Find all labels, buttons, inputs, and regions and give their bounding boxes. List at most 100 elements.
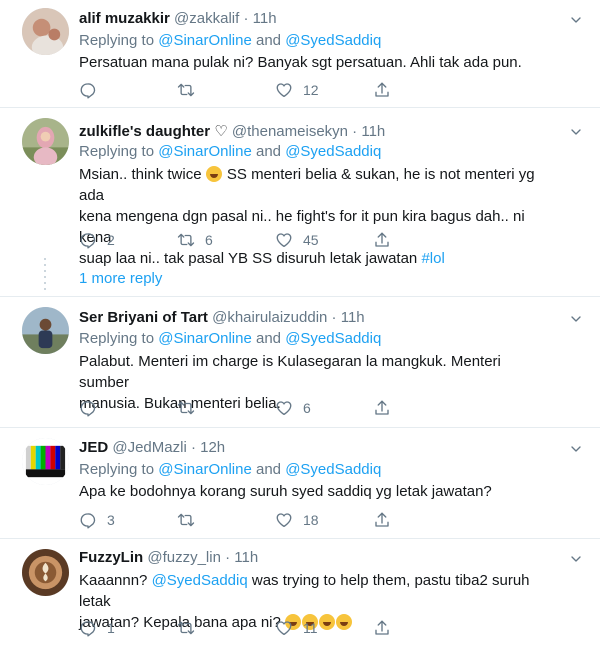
retweet-button[interactable] xyxy=(177,80,205,100)
reply-button[interactable]: 1 xyxy=(79,618,115,638)
avatar[interactable] xyxy=(22,438,69,485)
text-segment: Msian.. think twice xyxy=(79,166,206,183)
tweet-header: zulkifle's daughter ♡ @thenameisekyn · 1… xyxy=(79,122,385,140)
user-handle[interactable]: @zakkalif xyxy=(174,10,239,27)
replying-to: Replying to @SinarOnline and @SyedSaddiq xyxy=(79,330,381,347)
like-count: 45 xyxy=(303,232,319,248)
reply-button[interactable] xyxy=(79,398,107,418)
share-icon xyxy=(373,399,391,417)
like-button[interactable]: 11 xyxy=(275,618,318,638)
user-handle[interactable]: @JedMazli xyxy=(112,439,186,456)
heart-icon xyxy=(275,81,293,99)
mention-link[interactable]: @SyedSaddiq xyxy=(285,143,381,160)
like-button[interactable]: 45 xyxy=(275,230,319,250)
user-handle[interactable]: @fuzzy_lin xyxy=(147,549,221,566)
reply-button[interactable] xyxy=(79,80,107,100)
tweet-text: Apa ke bodohnya korang suruh syed saddiq… xyxy=(79,483,492,500)
timestamp[interactable]: 12h xyxy=(200,439,225,456)
text-line: Palabut. Menteri im charge is Kulasegara… xyxy=(79,353,501,391)
action-bar: 3 18 xyxy=(79,510,409,530)
like-count: 6 xyxy=(303,400,311,416)
share-icon xyxy=(373,231,391,249)
avatar[interactable] xyxy=(22,118,69,165)
display-name[interactable]: zulkifle's daughter ♡ xyxy=(79,123,228,140)
mention-link[interactable]: @SinarOnline xyxy=(158,32,252,49)
share-icon xyxy=(373,511,391,529)
replying-to-label: Replying to xyxy=(79,143,159,160)
reply-icon xyxy=(79,81,97,99)
action-bar: 6 xyxy=(79,398,409,418)
mention-link[interactable]: @SyedSaddiq xyxy=(285,461,381,478)
thread-line xyxy=(44,258,46,294)
reply-icon xyxy=(79,231,97,249)
timestamp[interactable]: 11h xyxy=(234,549,258,566)
like-button[interactable]: 12 xyxy=(275,80,319,100)
chevron-down-icon[interactable] xyxy=(568,124,584,140)
mention-link[interactable]: @SyedSaddiq xyxy=(285,330,381,347)
retweet-icon xyxy=(177,399,195,417)
display-name[interactable]: FuzzyLin xyxy=(79,549,143,566)
hashtag-link[interactable]: #lol xyxy=(421,250,444,267)
reply-count: 1 xyxy=(107,620,115,636)
mention-link[interactable]: @SinarOnline xyxy=(158,461,252,478)
replying-to: Replying to @SinarOnline and @SyedSaddiq xyxy=(79,143,381,160)
heart-icon xyxy=(275,231,293,249)
text-segment: Kaaannn? xyxy=(79,572,152,589)
reply-icon xyxy=(79,619,97,637)
tweet[interactable]: zulkifle's daughter ♡ @thenameisekyn · 1… xyxy=(0,108,600,295)
user-handle[interactable]: @khairulaizuddin xyxy=(212,309,327,326)
retweet-button[interactable] xyxy=(177,398,205,418)
like-count: 12 xyxy=(303,82,319,98)
user-handle[interactable]: @thenameisekyn xyxy=(232,123,348,140)
like-button[interactable]: 18 xyxy=(275,510,319,530)
reply-button[interactable]: 2 xyxy=(79,230,115,250)
timestamp[interactable]: 11h xyxy=(341,309,365,326)
tweet[interactable]: alif muzakkir @zakkalif · 11h Replying t… xyxy=(0,0,600,106)
tweet[interactable]: FuzzyLin @fuzzy_lin · 11h Kaaannn? @Syed… xyxy=(0,539,600,648)
share-button[interactable] xyxy=(373,230,391,250)
retweet-button[interactable] xyxy=(177,618,205,638)
mention-link[interactable]: @SinarOnline xyxy=(158,143,252,160)
separator: · xyxy=(327,309,341,326)
retweet-button[interactable]: 6 xyxy=(177,230,213,250)
avatar[interactable] xyxy=(22,549,69,596)
retweet-icon xyxy=(177,81,195,99)
timestamp[interactable]: 11h xyxy=(253,10,277,27)
replying-to-label: Replying to xyxy=(79,330,159,347)
action-bar: 2 6 45 xyxy=(79,230,409,250)
share-button[interactable] xyxy=(373,80,391,100)
action-bar: 1 11 xyxy=(79,618,409,638)
display-name[interactable]: alif muzakkir xyxy=(79,10,170,27)
chevron-down-icon[interactable] xyxy=(568,311,584,327)
reply-count: 3 xyxy=(107,512,115,528)
share-icon xyxy=(373,81,391,99)
display-name[interactable]: Ser Briyani of Tart xyxy=(79,309,208,326)
like-button[interactable]: 6 xyxy=(275,398,311,418)
action-bar: 12 xyxy=(79,80,409,100)
timestamp[interactable]: 11h xyxy=(361,123,385,140)
mention-link[interactable]: @SyedSaddiq xyxy=(285,32,381,49)
share-button[interactable] xyxy=(373,398,391,418)
heart-icon xyxy=(275,511,293,529)
tweet[interactable]: JED @JedMazli · 12h Replying to @SinarOn… xyxy=(0,428,600,540)
display-name[interactable]: JED xyxy=(79,439,108,456)
avatar[interactable] xyxy=(22,8,69,55)
tweet-header: JED @JedMazli · 12h xyxy=(79,439,225,456)
chevron-down-icon[interactable] xyxy=(568,551,584,567)
chevron-down-icon[interactable] xyxy=(568,12,584,28)
retweet-button[interactable] xyxy=(177,510,205,530)
share-button[interactable] xyxy=(373,510,391,530)
mention-link[interactable]: @SinarOnline xyxy=(158,330,252,347)
mention-link[interactable]: @SyedSaddiq xyxy=(152,572,248,589)
facepalm-emoji-icon xyxy=(205,166,222,182)
avatar[interactable] xyxy=(22,307,69,354)
chevron-down-icon[interactable] xyxy=(568,441,584,457)
share-button[interactable] xyxy=(373,618,391,638)
and-text: and xyxy=(251,143,286,160)
text-segment: suap laa ni.. tak pasal YB SS disuruh le… xyxy=(79,250,422,267)
reply-button[interactable]: 3 xyxy=(79,510,115,530)
retweet-icon xyxy=(177,619,195,637)
tweet[interactable]: Ser Briyani of Tart @khairulaizuddin · 1… xyxy=(0,297,600,425)
show-more-replies-link[interactable]: 1 more reply xyxy=(79,270,162,287)
heart-icon xyxy=(275,399,293,417)
